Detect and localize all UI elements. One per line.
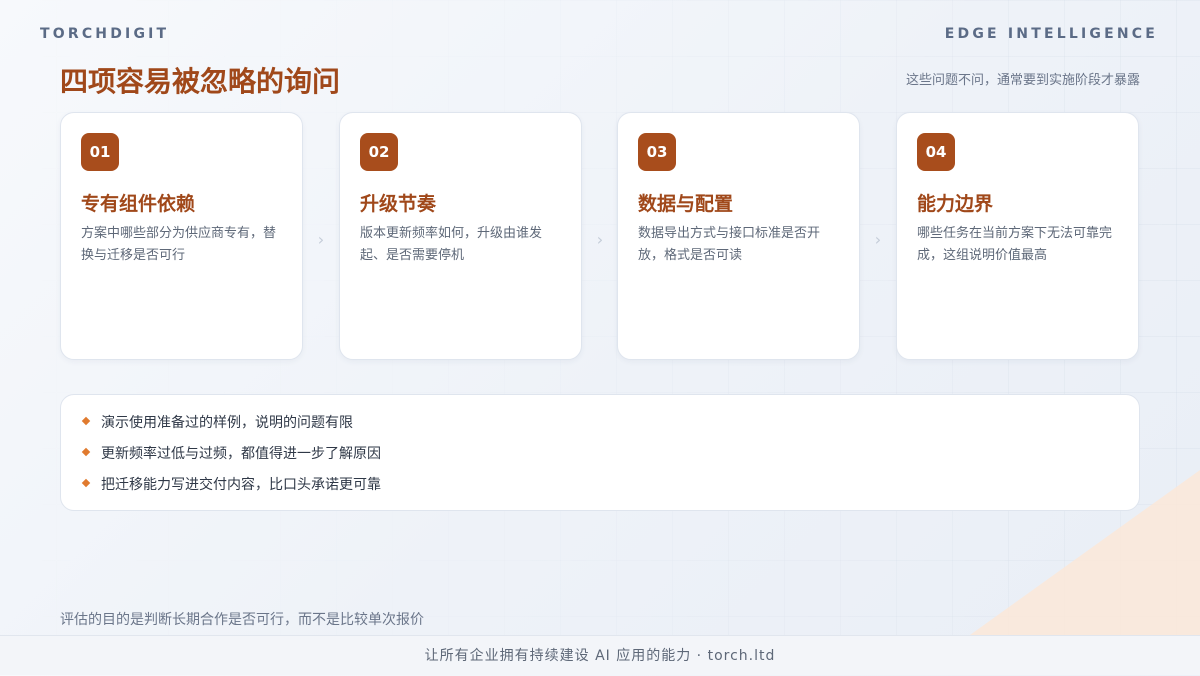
card-number-badge: 04 (917, 133, 955, 171)
diamond-bullet-icon (81, 447, 91, 457)
note-text: 把迁移能力写进交付内容，比口头承诺更可靠 (101, 477, 381, 493)
card-description: 版本更新频率如何，升级由谁发起、是否需要停机 (360, 226, 543, 263)
card-title: 专有组件依赖 (81, 193, 196, 215)
card-description: 数据导出方式与接口标准是否开放，格式是否可读 (638, 226, 821, 263)
card-title: 能力边界 (917, 193, 994, 215)
question-card-3: 03 数据与配置 数据导出方式与接口标准是否开放，格式是否可读 (617, 112, 860, 360)
page-subtitle: 这些问题不问，通常要到实施阶段才暴露 (905, 73, 1140, 88)
brand-tagline: EDGE INTELLIGENCE (944, 26, 1158, 42)
card-title: 升级节奏 (360, 193, 437, 215)
note-text: 演示使用准备过的样例，说明的问题有限 (101, 415, 353, 431)
card-description: 哪些任务在当前方案下无法可靠完成，这组说明价值最高 (917, 226, 1113, 263)
page-title: 四项容易被忽略的询问 (60, 65, 341, 98)
card-number-badge: 03 (638, 133, 676, 171)
chevron-right-icon: › (596, 230, 604, 249)
card-number-badge: 01 (81, 133, 119, 171)
question-card-4: 04 能力边界 哪些任务在当前方案下无法可靠完成，这组说明价值最高 (896, 112, 1139, 360)
card-description: 方案中哪些部分为供应商专有，替换与迁移是否可行 (81, 226, 277, 263)
question-card-1: 01 专有组件依赖 方案中哪些部分为供应商专有，替换与迁移是否可行 (60, 112, 303, 360)
card-number-badge: 02 (360, 133, 398, 171)
chevron-right-icon: › (874, 230, 882, 249)
note-item: 把迁移能力写进交付内容，比口头承诺更可靠 (81, 474, 381, 496)
note-item: 演示使用准备过的样例，说明的问题有限 (81, 412, 353, 434)
brand-logo-text: TORCHDIGIT (40, 26, 170, 42)
note-item: 更新频率过低与过频，都值得进一步了解原因 (81, 443, 381, 465)
chevron-right-icon: › (317, 230, 325, 249)
footer-bar: 让所有企业拥有持续建设 AI 应用的能力 · torch.ltd (0, 635, 1200, 675)
notes-panel: 演示使用准备过的样例，说明的问题有限 更新频率过低与过频，都值得进一步了解原因 … (60, 394, 1140, 511)
question-cards: 01 专有组件依赖 方案中哪些部分为供应商专有，替换与迁移是否可行 › 02 升… (60, 112, 1140, 362)
question-card-2: 02 升级节奏 版本更新频率如何，升级由谁发起、是否需要停机 (339, 112, 582, 360)
note-text: 更新频率过低与过频，都值得进一步了解原因 (101, 446, 381, 462)
diamond-bullet-icon (81, 416, 91, 426)
footnote: 评估的目的是判断长期合作是否可行，而不是比较单次报价 (60, 612, 424, 628)
diamond-bullet-icon (81, 478, 91, 488)
card-title: 数据与配置 (638, 193, 734, 215)
